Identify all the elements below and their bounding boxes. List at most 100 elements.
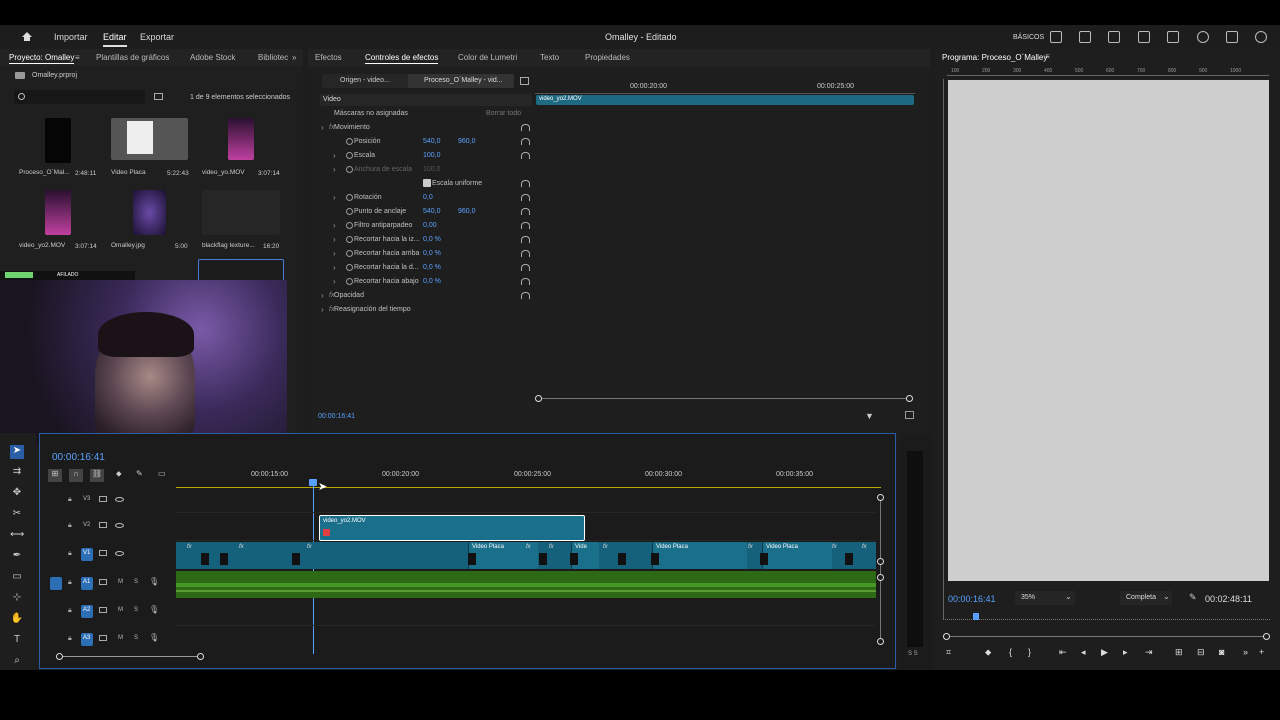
pen-icon[interactable]: ✒ [10, 550, 24, 564]
tab-lumetri[interactable]: Color de Lumetri [458, 53, 517, 62]
stopwatch-icon[interactable] [346, 152, 353, 159]
twirl-icon[interactable]: › [333, 235, 336, 244]
lock-icon[interactable]: 🔒︎ [68, 579, 72, 587]
tab-plantillas[interactable]: Plantillas de gráficos [96, 53, 169, 62]
twirl-icon[interactable]: › [321, 291, 324, 300]
timeline-hscroll[interactable] [60, 656, 200, 657]
sync-icon[interactable] [99, 522, 107, 528]
new-bin-icon[interactable] [154, 93, 163, 100]
panel-menu-icon[interactable]: ≡ [75, 53, 80, 62]
source-tab-sequence[interactable]: Proceso_O´Malley - vid... [408, 74, 514, 88]
program-scrubber[interactable] [943, 615, 1270, 620]
value-1[interactable]: 540,0 [423, 138, 441, 145]
twirl-icon[interactable]: › [333, 221, 336, 230]
stopwatch-icon[interactable] [346, 166, 353, 173]
solo-button[interactable]: S [134, 579, 138, 585]
tab-controles-efectos[interactable]: Controles de efectos [365, 53, 439, 64]
value-1[interactable]: 0,0 % [423, 278, 441, 285]
vscroll-handle[interactable] [877, 638, 884, 645]
marker-icon[interactable]: ⬥ [116, 469, 122, 479]
stopwatch-icon[interactable] [346, 194, 353, 201]
hand-icon[interactable]: ✋ [10, 613, 24, 627]
home-icon[interactable] [21, 31, 33, 42]
effects-scrollbar[interactable] [538, 398, 910, 399]
menu-editar[interactable]: Editar [103, 32, 127, 47]
lift-icon[interactable]: ⊞ [1175, 647, 1183, 658]
go-to-in-icon[interactable]: ⇤ [1059, 647, 1067, 658]
program-playhead[interactable] [973, 613, 979, 620]
add-button-icon[interactable]: + [1259, 647, 1264, 657]
a1-audio-clip[interactable] [176, 571, 876, 598]
sync-icon[interactable] [99, 550, 107, 556]
captions-icon[interactable]: ▭ [158, 469, 166, 478]
twirl-icon[interactable]: › [333, 151, 336, 160]
eye-icon[interactable] [115, 523, 124, 528]
workspace-label[interactable]: BÁSICOS [1013, 34, 1044, 41]
twirl-icon[interactable]: › [321, 123, 324, 132]
panel-toggle-icon[interactable] [520, 77, 529, 85]
zoom-handle-right[interactable] [1263, 633, 1270, 640]
camera-icon[interactable]: ◙ [1219, 647, 1224, 657]
slip-icon[interactable]: ⟷ [10, 529, 24, 543]
mark-out-icon[interactable]: } [1028, 647, 1031, 657]
scroll-handle-left[interactable] [535, 395, 542, 402]
checkbox[interactable] [423, 179, 431, 187]
reset-icon[interactable] [521, 292, 530, 299]
program-canvas[interactable] [948, 80, 1269, 581]
clip-v2[interactable]: video_yo2.MOV [319, 515, 585, 541]
menu-importar[interactable]: Importar [54, 32, 88, 42]
source-patch-a1[interactable] [50, 577, 62, 590]
timeline-timecode[interactable]: 00:00:16:41 [52, 452, 105, 463]
learn-icon[interactable] [1138, 31, 1150, 43]
vscroll-handle[interactable] [877, 574, 884, 581]
track-select-icon[interactable]: ⇉ [10, 466, 24, 480]
workspace-icon[interactable] [1050, 31, 1062, 43]
clip-v1-d[interactable]: Video Placa [762, 542, 832, 569]
sync-icon[interactable] [99, 607, 107, 613]
vscroll-handle[interactable] [877, 494, 884, 501]
solo-button[interactable]: S [134, 635, 138, 641]
thumbnail-omalley-jpg[interactable] [133, 190, 166, 235]
overflow-icon[interactable]: » [292, 53, 296, 62]
zoom-handle-left[interactable] [943, 633, 950, 640]
reset-icon[interactable] [521, 250, 530, 257]
razor-icon[interactable]: ✂ [10, 508, 24, 522]
collapse-icon[interactable] [1226, 31, 1238, 43]
mark-in-icon[interactable]: { [1009, 647, 1012, 657]
thumbnail-video-yo2[interactable] [45, 190, 71, 235]
stopwatch-icon[interactable] [346, 222, 353, 229]
reset-icon[interactable] [521, 236, 530, 243]
zoom-select[interactable]: 35% ⌄ [1015, 591, 1075, 605]
step-forward-icon[interactable]: ▸ [1123, 647, 1128, 658]
mute-button[interactable]: M [118, 607, 123, 613]
twirl-icon[interactable]: › [321, 305, 324, 314]
clip-v1-c[interactable]: Video Placa [652, 542, 747, 569]
reset-icon[interactable] [521, 138, 530, 145]
panel-menu-icon[interactable]: ≡ [1045, 52, 1050, 61]
value-2[interactable]: 960,0 [458, 208, 476, 215]
value-1[interactable]: 100,0 [423, 152, 441, 159]
search-icon[interactable] [1197, 31, 1209, 43]
reset-icon[interactable] [521, 194, 530, 201]
step-back-icon[interactable]: ◂ [1081, 647, 1086, 658]
tab-texto[interactable]: Texto [540, 53, 559, 62]
quality-select[interactable]: Completa ⌄ [1120, 591, 1172, 605]
twirl-icon[interactable]: › [333, 193, 336, 202]
timeline-vscroll[interactable] [880, 498, 881, 642]
value-1[interactable]: 540,0 [423, 208, 441, 215]
scroll-handle-right[interactable] [906, 395, 913, 402]
program-timecode[interactable]: 00:00:16:41 [948, 594, 996, 604]
tab-adobe-stock[interactable]: Adobe Stock [190, 53, 235, 62]
stopwatch-icon[interactable] [346, 138, 353, 145]
thumbnail-proceso[interactable] [45, 118, 71, 163]
reset-icon[interactable] [521, 278, 530, 285]
reset-icon[interactable] [521, 208, 530, 215]
value-1[interactable]: 100,0 [423, 166, 441, 173]
program-zoom-bar[interactable] [947, 636, 1267, 637]
value-1[interactable]: 0,0 % [423, 236, 441, 243]
wrench-icon[interactable]: ✎ [1189, 592, 1197, 603]
play-icon[interactable]: ▶ [1101, 647, 1108, 658]
reset-icon[interactable] [521, 264, 530, 271]
sync-icon[interactable] [99, 496, 107, 502]
tab-efectos[interactable]: Efectos [315, 53, 342, 62]
